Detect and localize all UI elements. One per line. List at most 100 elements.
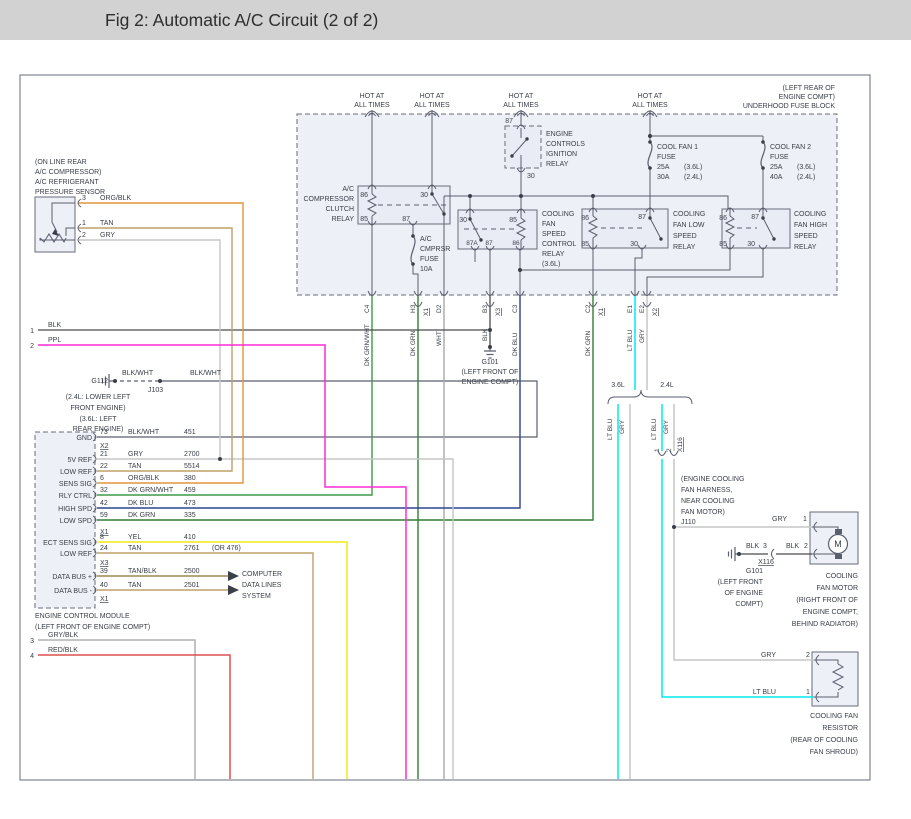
diagram-label: 2501: [184, 582, 200, 589]
diagram-label: DATA BUS -: [54, 588, 93, 595]
diagram-label: (LEFT FRONT: [718, 579, 764, 586]
diagram-label: 87A: [466, 240, 478, 247]
diagram-label: COOL FAN 1: [657, 144, 698, 151]
diagram-label: DK GRN: [410, 330, 417, 356]
diagram-label: REAR ENGINE): [73, 426, 124, 433]
diagram-label: (RIGHT FRONT OF: [796, 597, 858, 604]
diagram-label: 8: [100, 534, 104, 541]
diagram-label: OF ENGINE: [724, 590, 763, 597]
diagram-label: NEAR COOLING: [681, 498, 735, 505]
diagram-label: 30: [527, 173, 535, 180]
diagram-label: (ENGINE COOLING: [681, 476, 744, 483]
diagram-label: GRY: [639, 328, 646, 343]
diagram-label: GND: [76, 435, 92, 442]
diagram-label: DK GRN/WHT: [364, 324, 371, 366]
diagram-label: HOT AT: [638, 93, 663, 100]
diagram-label: (2.4L: LOWER LEFT: [66, 394, 131, 401]
diagram-label: J103: [148, 387, 163, 394]
junction-dot: [737, 552, 741, 556]
diagram-label: ALL TIMES: [414, 102, 450, 109]
diagram-label: ENGINE CONTROL MODULE: [35, 613, 130, 620]
diagram-label: CONTROL: [542, 241, 576, 248]
diagram-label: X2: [100, 443, 109, 450]
diagram-label: GRY: [128, 451, 143, 458]
diagram-label: ENGINE COMPT,: [803, 609, 858, 616]
diagram-label: X2: [652, 308, 659, 316]
diagram-label: 40A: [770, 174, 783, 181]
diagram-label: BLK: [482, 328, 489, 341]
junction-dot: [113, 379, 117, 383]
diagram-label: 1: [30, 328, 34, 335]
diagram-label: 2500: [184, 568, 200, 575]
diagram-label: RELAY: [673, 244, 696, 251]
diagram-label: 5V REF: [67, 457, 92, 464]
diagram-label: B3: [482, 305, 489, 313]
junction-dot: [648, 134, 652, 138]
diagram-label: (3.6L): [542, 261, 560, 268]
diagram-label: 30: [420, 192, 428, 199]
diagram-label: GRY/BLK: [48, 632, 79, 639]
diagram-label: COMPRESSOR: [303, 196, 354, 203]
diagram-label: 451: [184, 429, 196, 436]
diagram-label: X116: [677, 437, 684, 452]
diagram-label: 87: [638, 214, 646, 221]
motor-brush: [835, 529, 842, 534]
diagram-label: FAN HIGH: [794, 222, 827, 229]
diagram-label: SPEED: [673, 233, 697, 240]
junction-dot: [158, 379, 162, 383]
diagram-label: DK GRN: [585, 330, 592, 356]
diagram-label: 24: [100, 545, 108, 552]
diagram-label: X1: [598, 308, 605, 316]
diagram-label: X1: [100, 596, 109, 603]
junction-dot: [411, 234, 415, 238]
diagram-label: 1: [803, 516, 807, 523]
diagram-label: 25A: [657, 164, 670, 171]
junction-dot: [442, 212, 445, 215]
diagram-label: X3: [100, 560, 109, 567]
diagram-label: UNDERHOOD FUSE BLOCK: [743, 103, 836, 110]
diagram-label: FAN LOW: [673, 222, 705, 229]
junction-dot: [519, 194, 523, 198]
diagram-label: 87: [505, 118, 513, 125]
diagram-label: A/C: [420, 236, 432, 243]
diagram-label: 59: [100, 512, 108, 519]
diagram-label: SENS SIG: [59, 481, 92, 488]
diagram-label: BEHIND RADIATOR): [792, 621, 858, 628]
diagram-label: GRY: [100, 232, 115, 239]
diagram-label: A/C REFRIGERANT: [35, 179, 100, 186]
junction-dot: [430, 192, 433, 195]
junction-dot: [525, 137, 528, 140]
diagram-label: HOT AT: [360, 93, 385, 100]
diagram-label: 39: [100, 568, 108, 575]
junction-dot: [479, 238, 482, 241]
diagram-label: BLK/WHT: [190, 370, 222, 377]
diagram-label: WHT: [436, 331, 443, 346]
diagram-label: ENGINE: [546, 131, 573, 138]
diagram-label: (LEFT FRONT OF ENGINE COMPT): [35, 624, 150, 631]
diagram-label: 2: [666, 448, 673, 452]
diagram-label: FUSE: [770, 154, 789, 161]
engine-controls-ignition-relay: [505, 126, 541, 168]
diagram-label: D2: [436, 304, 443, 313]
diagram-label: 30: [459, 217, 467, 224]
diagram-label: 86: [360, 192, 368, 199]
diagram-label: ORG/BLK: [128, 475, 159, 482]
diagram-label: 85: [360, 216, 368, 223]
diagram-label: 21: [100, 451, 108, 458]
diagram-label: G112: [91, 378, 108, 385]
diagram-label: 85: [719, 241, 727, 248]
diagram-label: IGNITION: [546, 151, 577, 158]
diagram-label: 85: [581, 241, 589, 248]
diagram-label: A/C COMPRESSOR): [35, 169, 102, 176]
diagram-label: 459: [184, 487, 196, 494]
diagram-label: G101: [481, 359, 498, 366]
diagram-label: COMPUTER: [242, 571, 282, 578]
diagram-label: FAN MOTOR: [817, 585, 858, 592]
diagram-label: 3.6L: [611, 382, 625, 389]
diagram-label: 410: [184, 534, 196, 541]
diagram-label: DK BLU: [512, 332, 519, 356]
diagram-label: RELAY: [542, 251, 565, 258]
diagram-label: COOLING: [826, 573, 858, 580]
diagram-label: 3: [30, 638, 34, 645]
diagram-label: 2: [806, 652, 810, 659]
